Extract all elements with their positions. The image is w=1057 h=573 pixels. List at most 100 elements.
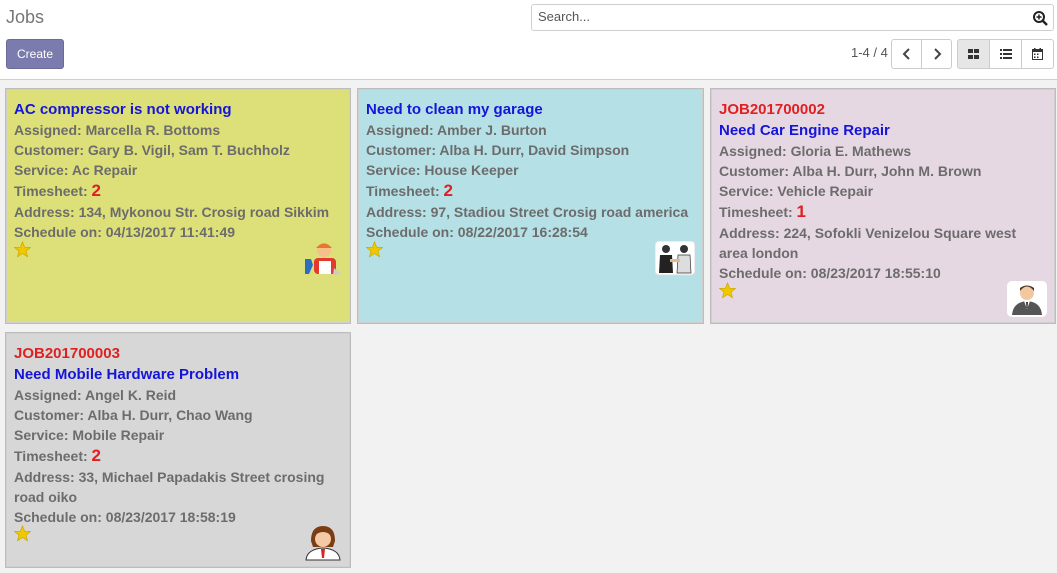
address-label: Address: (14, 204, 79, 220)
service-row: Service: House Keeper (366, 160, 695, 180)
address-row: Address: 97, Stadiou Street Crosig road … (366, 202, 695, 222)
pager-value[interactable]: 1-4 / 4 (851, 45, 888, 60)
schedule-row: Schedule on: 08/23/2017 18:58:19 (14, 507, 342, 527)
customer-row: Customer: Alba H. Durr, John M. Brown (719, 161, 1047, 181)
list-view-button[interactable] (989, 39, 1022, 69)
address-label: Address: (14, 469, 79, 485)
job-card[interactable]: Need to clean my garage Assigned: Amber … (357, 88, 704, 324)
assigned-row: Assigned: Angel K. Reid (14, 385, 342, 405)
schedule-value: 08/23/2017 18:55:10 (810, 265, 941, 281)
customer-row: Customer: Alba H. Durr, Chao Wang (14, 405, 342, 425)
job-number: JOB201700002 (719, 101, 825, 118)
calendar-icon (1032, 48, 1043, 60)
assigned-row: Assigned: Amber J. Burton (366, 120, 695, 140)
assigned-value: Amber J. Burton (437, 122, 547, 138)
address-label: Address: (366, 204, 431, 220)
address-row: Address: 33, Michael Papadakis Street cr… (14, 467, 342, 507)
customer-value: Alba H. Durr, John M. Brown (792, 163, 982, 179)
job-name: Need Mobile Hardware Problem (14, 366, 240, 383)
create-button[interactable]: Create (6, 39, 64, 69)
service-value: Vehicle Repair (777, 183, 874, 199)
timesheet-row: Timesheet: 2 (366, 180, 695, 202)
pager-previous-button[interactable] (891, 39, 922, 69)
timesheet-label: Timesheet: (14, 183, 92, 199)
star-icon[interactable] (719, 282, 736, 299)
timesheet-row: Timesheet: 1 (719, 201, 1047, 223)
job-number: JOB201700003 (14, 345, 120, 362)
kanban-icon (968, 49, 979, 59)
service-row: Service: Mobile Repair (14, 425, 342, 445)
timesheet-count: 1 (796, 202, 807, 221)
schedule-row: Schedule on: 08/23/2017 18:55:10 (719, 263, 1047, 283)
control-panel: Jobs Create 1-4 / 4 (0, 0, 1057, 80)
customer-label: Customer: (719, 163, 793, 179)
calendar-view-button[interactable] (1021, 39, 1054, 69)
timesheet-row: Timesheet: 2 (14, 180, 342, 202)
timesheet-label: Timesheet: (366, 183, 444, 199)
customer-value: Alba H. Durr, Chao Wang (87, 407, 253, 423)
schedule-row: Schedule on: 08/22/2017 16:28:54 (366, 222, 695, 242)
search-icon[interactable] (1032, 10, 1049, 27)
customer-row: Customer: Gary B. Vigil, Sam T. Buchholz (14, 140, 342, 160)
search-input[interactable] (538, 9, 1018, 24)
handshake-avatar-icon (655, 241, 695, 276)
service-label: Service: (366, 162, 425, 178)
address-row: Address: 134, Mykonou Str. Crosig road S… (14, 202, 342, 222)
schedule-value: 08/23/2017 18:58:19 (105, 509, 236, 525)
assigned-label: Assigned: (14, 122, 86, 138)
assigned-value: Marcella R. Bottoms (85, 122, 221, 138)
chevron-left-icon (902, 48, 910, 60)
assigned-value: Angel K. Reid (85, 387, 177, 403)
schedule-label: Schedule on: (366, 224, 458, 240)
assigned-row: Assigned: Gloria E. Mathews (719, 141, 1047, 161)
timesheet-label: Timesheet: (719, 204, 797, 220)
schedule-value: 04/13/2017 11:41:49 (105, 224, 236, 240)
address-row: Address: 224, Sofokli Venizelou Square w… (719, 223, 1047, 263)
assigned-label: Assigned: (14, 387, 86, 403)
star-icon[interactable] (14, 241, 31, 258)
service-value: Mobile Repair (72, 427, 165, 443)
job-card[interactable]: JOB201700002 Need Car Engine Repair Assi… (710, 88, 1056, 324)
job-card[interactable]: AC compressor is not working Assigned: M… (5, 88, 351, 324)
service-label: Service: (14, 162, 72, 178)
pager-next-button[interactable] (921, 39, 952, 69)
page-title: Jobs (6, 7, 45, 27)
service-label: Service: (719, 183, 778, 199)
list-icon (999, 49, 1012, 59)
assigned-row: Assigned: Marcella R. Bottoms (14, 120, 342, 140)
search-box[interactable] (531, 4, 1054, 31)
job-name: AC compressor is not working (14, 101, 232, 118)
address-value: 97, Stadiou Street Crosig road america (430, 204, 689, 220)
job-card[interactable]: JOB201700003 Need Mobile Hardware Proble… (5, 332, 351, 568)
service-row: Service: Vehicle Repair (719, 181, 1047, 201)
service-label: Service: (14, 427, 73, 443)
service-row: Service: Ac Repair (14, 160, 342, 180)
star-icon[interactable] (366, 241, 383, 258)
schedule-value: 08/22/2017 16:28:54 (457, 224, 588, 240)
assigned-label: Assigned: (366, 122, 438, 138)
customer-label: Customer: (366, 142, 440, 158)
repairman-avatar-icon (305, 243, 341, 275)
timesheet-count: 2 (443, 181, 454, 200)
assigned-label: Assigned: (719, 143, 791, 159)
customer-value: Gary B. Vigil, Sam T. Buchholz (87, 142, 290, 158)
schedule-label: Schedule on: (14, 224, 106, 240)
job-name: Need to clean my garage (366, 101, 543, 118)
address-label: Address: (719, 225, 784, 241)
timesheet-count: 2 (91, 181, 102, 200)
customer-label: Customer: (14, 142, 88, 158)
schedule-label: Schedule on: (719, 265, 811, 281)
star-icon[interactable] (14, 525, 31, 542)
timesheet-label: Timesheet: (14, 448, 92, 464)
schedule-row: Schedule on: 04/13/2017 11:41:49 (14, 222, 342, 242)
customer-label: Customer: (14, 407, 88, 423)
customer-row: Customer: Alba H. Durr, David Simpson (366, 140, 695, 160)
timesheet-count: 2 (91, 446, 102, 465)
assigned-value: Gloria E. Mathews (790, 143, 912, 159)
customer-value: Alba H. Durr, David Simpson (439, 142, 630, 158)
kanban-view-button[interactable] (957, 39, 990, 69)
service-value: Ac Repair (71, 162, 138, 178)
service-value: House Keeper (424, 162, 519, 178)
chevron-right-icon (933, 48, 941, 60)
timesheet-row: Timesheet: 2 (14, 445, 342, 467)
